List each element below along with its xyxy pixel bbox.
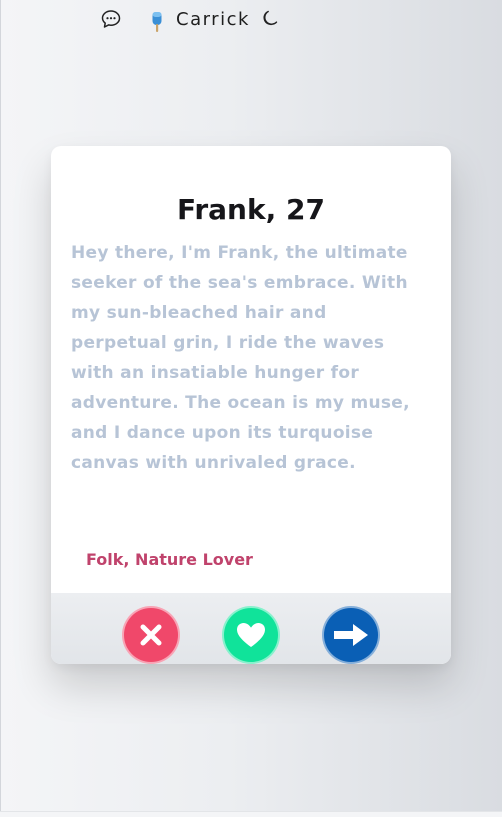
profile-name-age: Frank, 27 [177,193,325,226]
window-edge-bottom [0,811,502,817]
profile-tags: Folk, Nature Lover [86,550,253,569]
brand-name[interactable]: Carrick [176,9,250,30]
popsicle-icon [150,11,164,33]
profile-bio: Hey there, I'm Frank, the ultimate seeke… [71,243,410,473]
reject-button[interactable] [122,606,180,664]
moon-icon[interactable] [261,8,281,28]
window-edge-left [0,0,1,812]
next-button[interactable] [322,606,380,664]
profile-card: Frank, 27 Hey there, I'm Frank, the ulti… [51,146,451,664]
like-button[interactable] [222,606,280,664]
chat-bubble-icon[interactable] [100,8,122,30]
x-icon [136,620,166,650]
heart-icon [234,620,268,650]
arrow-right-icon [331,620,371,650]
action-bar [51,593,451,664]
